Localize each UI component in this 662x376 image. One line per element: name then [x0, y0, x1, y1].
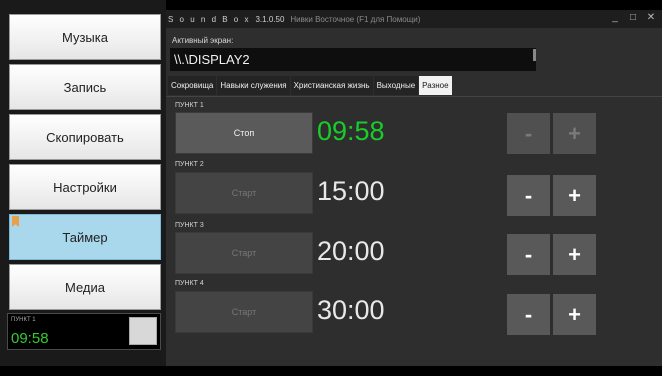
close-icon[interactable]: ✕: [646, 12, 656, 23]
item-1-time: 09:58: [317, 116, 385, 146]
item-4-start-button[interactable]: Старт: [175, 291, 313, 333]
item-2-label: ПУНКТ 2: [175, 161, 204, 168]
tab-treasures[interactable]: Сокровища: [168, 76, 217, 95]
record-button[interactable]: Запись: [9, 64, 161, 110]
maximize-icon[interactable]: □: [628, 12, 638, 23]
mini-timer-preview[interactable]: [129, 317, 157, 345]
tab-christian-life[interactable]: Христианская жизнь: [290, 76, 373, 95]
tab-divider: [166, 96, 662, 97]
minimize-icon[interactable]: _: [610, 12, 620, 23]
item-1-button-label: Стоп: [233, 128, 255, 138]
tab-ministry-skills[interactable]: Навыки служения: [217, 76, 290, 95]
record-button-label: Запись: [63, 79, 107, 95]
item-3-start-button[interactable]: Старт: [175, 232, 313, 274]
settings-button-label: Настройки: [53, 179, 117, 195]
item-2-start-button[interactable]: Старт: [175, 172, 313, 214]
app-version: 3.1.0.50: [255, 14, 285, 24]
item-4-label: ПУНКТ 4: [175, 280, 204, 287]
item-2-plus-icon: +: [568, 182, 581, 208]
left-sidebar: Музыка Запись Скопировать Настройки Тайм…: [0, 0, 166, 366]
tab-christian-life-label: Христианская жизнь: [293, 81, 370, 90]
bottom-bar: [0, 366, 662, 376]
item-2-minus-icon: -: [524, 182, 533, 208]
timer-button[interactable]: Таймер: [9, 214, 161, 260]
media-button[interactable]: Медиа: [9, 264, 161, 310]
item-1-minus-icon: -: [524, 120, 533, 146]
item-4-button-label: Старт: [231, 307, 257, 317]
tab-misc-label: Разное: [422, 81, 449, 90]
active-screen-value: \\.\DISPLAY2: [174, 52, 250, 67]
item-2-button-label: Старт: [231, 188, 257, 198]
mini-timer-time: 09:58: [11, 330, 49, 347]
user-hint: Нивки Восточное (F1 для Помощи): [290, 14, 421, 24]
active-screen-label: Активный экран:: [172, 36, 234, 45]
active-screen-select[interactable]: \\.\DISPLAY2: [170, 48, 536, 71]
item-1-plus-icon: +: [568, 120, 581, 146]
timer-button-label: Таймер: [62, 229, 108, 245]
copy-button-label: Скопировать: [46, 129, 124, 145]
item-4-minus-button[interactable]: -: [507, 294, 550, 335]
mini-timer-display: ПУНКТ 1 09:58: [7, 313, 161, 350]
tab-misc[interactable]: Разное: [419, 76, 452, 95]
item-4-plus-icon: +: [568, 301, 581, 327]
item-1-stop-button[interactable]: Стоп: [175, 112, 313, 154]
item-2-plus-button[interactable]: +: [553, 175, 596, 216]
media-button-label: Медиа: [65, 279, 105, 295]
item-4-time: 30:00: [317, 295, 385, 325]
item-2-time: 15:00: [317, 176, 385, 206]
window-controls: _ □ ✕: [610, 12, 656, 23]
item-2-minus-button[interactable]: -: [507, 175, 550, 216]
item-3-minus-icon: -: [524, 241, 533, 267]
scrollbar-handle[interactable]: [533, 49, 536, 61]
item-3-label: ПУНКТ 3: [175, 222, 204, 229]
title-bar: S o u n d B o x 3.1.0.50 Нивки Восточное…: [166, 10, 662, 28]
tab-bar: Сокровища Навыки служения Христианская ж…: [168, 76, 453, 96]
mini-timer-label: ПУНКТ 1: [11, 317, 36, 323]
copy-button[interactable]: Скопировать: [9, 114, 161, 160]
bookmark-icon: [12, 216, 19, 227]
settings-button[interactable]: Настройки: [9, 164, 161, 210]
item-4-plus-button[interactable]: +: [553, 294, 596, 335]
item-1-plus-button[interactable]: +: [553, 113, 596, 154]
music-button-label: Музыка: [62, 29, 108, 45]
music-button[interactable]: Музыка: [9, 14, 161, 60]
tab-ministry-skills-label: Навыки служения: [220, 81, 287, 90]
item-3-button-label: Старт: [231, 248, 257, 258]
item-3-plus-button[interactable]: +: [553, 234, 596, 275]
item-3-time: 20:00: [317, 236, 385, 266]
item-3-minus-button[interactable]: -: [507, 234, 550, 275]
tab-treasures-label: Сокровища: [171, 81, 214, 90]
main-window: S o u n d B o x 3.1.0.50 Нивки Восточное…: [166, 10, 662, 366]
item-4-minus-icon: -: [524, 301, 533, 327]
app-name: S o u n d B o x: [168, 14, 251, 24]
item-3-plus-icon: +: [568, 241, 581, 267]
tab-weekend[interactable]: Выходные: [373, 76, 419, 95]
tab-weekend-label: Выходные: [376, 81, 416, 90]
item-1-label: ПУНКТ 1: [175, 102, 204, 109]
item-1-minus-button[interactable]: -: [507, 113, 550, 154]
